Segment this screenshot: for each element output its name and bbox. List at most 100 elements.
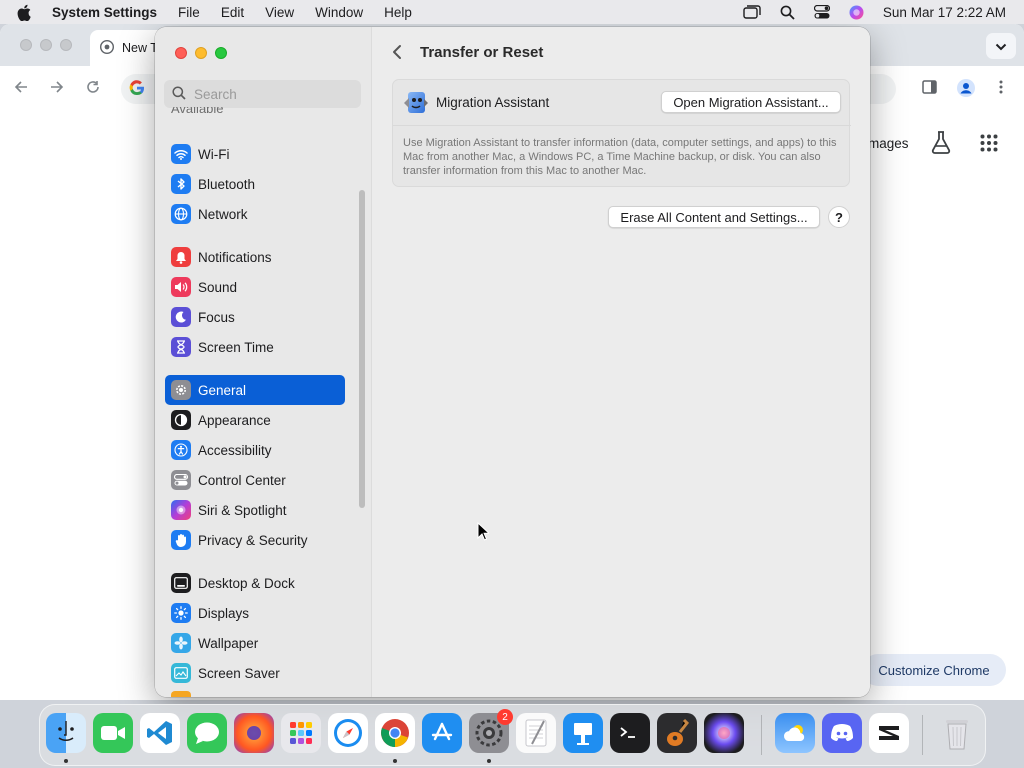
dock-trash-icon[interactable]: [937, 713, 977, 753]
sidebar-item-wifi[interactable]: Wi-Fi: [165, 139, 345, 169]
side-panel-icon[interactable]: [922, 80, 937, 94]
dock-launchpad-icon[interactable]: [281, 713, 321, 753]
stage-manager-icon[interactable]: [743, 5, 761, 19]
dock-facetime-icon[interactable]: [93, 713, 133, 753]
dock-notification-badge: 2: [497, 709, 513, 725]
chrome-tab-search-button[interactable]: [986, 33, 1016, 59]
system-settings-window: Search Available Wi-Fi Bluetooth Network: [155, 27, 870, 697]
profile-avatar-icon[interactable]: [957, 79, 975, 97]
apple-menu-icon[interactable]: [17, 4, 35, 21]
sidebar-item-focus[interactable]: Focus: [165, 302, 345, 332]
dock-capcut-icon[interactable]: [869, 713, 909, 753]
customize-chrome-button[interactable]: Customize Chrome: [862, 654, 1006, 686]
dock-messages-icon[interactable]: [187, 713, 227, 753]
displays-icon: [171, 603, 191, 623]
sidebar-item-label: Sound: [198, 279, 238, 295]
chrome-tab-title: New T: [122, 41, 158, 55]
sidebar-item-screen-saver[interactable]: Screen Saver: [165, 658, 345, 688]
page-title: Transfer or Reset: [420, 44, 544, 61]
menu-help[interactable]: Help: [384, 5, 412, 20]
chrome-close-button[interactable]: [20, 39, 32, 51]
back-button[interactable]: [392, 44, 402, 63]
dock-keynote-icon[interactable]: [563, 713, 603, 753]
sidebar-item-label: Displays: [198, 605, 250, 621]
sidebar-item-label: Bluetooth: [198, 176, 256, 192]
accessibility-icon: [171, 440, 191, 460]
dock-finder-icon[interactable]: [46, 713, 86, 753]
sidebar-item-label: Control Center: [198, 472, 286, 488]
sidebar-item-label: Privacy & Security: [198, 532, 308, 548]
minimize-window-button[interactable]: [195, 47, 207, 59]
forward-arrow-icon[interactable]: [50, 80, 64, 94]
google-images-link[interactable]: mages: [868, 136, 909, 151]
mouse-cursor-icon: [477, 521, 491, 544]
wallpaper-icon: [171, 633, 191, 653]
sidebar-item-general[interactable]: General: [165, 375, 345, 405]
labs-flask-icon[interactable]: [930, 130, 952, 157]
google-apps-grid-icon[interactable]: [980, 134, 998, 155]
menu-view[interactable]: View: [265, 5, 294, 20]
dock-separator: [922, 715, 923, 755]
open-migration-assistant-button[interactable]: Open Migration Assistant...: [661, 91, 841, 113]
bell-icon: [171, 247, 191, 267]
settings-content: Transfer or Reset Migration Assistant Op…: [372, 27, 870, 697]
dock-siri-icon[interactable]: [704, 713, 744, 753]
sidebar-item-label: Appearance: [198, 412, 271, 428]
menu-file[interactable]: File: [178, 5, 200, 20]
dock-garageband-icon[interactable]: [657, 713, 697, 753]
zoom-window-button[interactable]: [215, 47, 227, 59]
dock-safari-icon[interactable]: [328, 713, 368, 753]
sidebar-item-screen-time[interactable]: Screen Time: [165, 332, 345, 362]
sidebar-item-displays[interactable]: Displays: [165, 598, 345, 628]
more-menu-icon[interactable]: [999, 80, 1003, 94]
sidebar-item-label: Wallpaper: [198, 635, 259, 651]
sidebar-item-label: Focus: [198, 309, 235, 325]
dock-running-indicator: [393, 759, 397, 763]
spotlight-search-icon[interactable]: [780, 5, 795, 20]
sidebar-scrollbar[interactable]: [359, 190, 365, 508]
sidebar-item-desktop-dock[interactable]: Desktop & Dock: [165, 568, 345, 598]
sidebar-item-appearance[interactable]: Appearance: [165, 405, 345, 435]
dock-weather-icon[interactable]: [775, 713, 815, 753]
sidebar-item-wallpaper[interactable]: Wallpaper: [165, 628, 345, 658]
sidebar-item-label: Network: [198, 206, 248, 222]
search-field[interactable]: Search: [164, 80, 361, 108]
dock-vscode-icon[interactable]: [140, 713, 180, 753]
sidebar-item-network[interactable]: Network: [165, 199, 345, 229]
card-divider: [393, 125, 851, 126]
sidebar-item-sound[interactable]: Sound: [165, 272, 345, 302]
dock-appstore-icon[interactable]: [422, 713, 462, 753]
dock-terminal-icon[interactable]: [610, 713, 650, 753]
bluetooth-icon: [171, 174, 191, 194]
dock-separator: [761, 715, 762, 755]
control-center-icon[interactable]: [813, 5, 830, 19]
sidebar-item-control-center[interactable]: Control Center: [165, 465, 345, 495]
dock-discord-icon[interactable]: [822, 713, 862, 753]
sidebar-item-accessibility[interactable]: Accessibility: [165, 435, 345, 465]
sidebar-item-notifications[interactable]: Notifications: [165, 242, 345, 272]
control-center-sidebar-icon: [171, 470, 191, 490]
help-button[interactable]: ?: [828, 206, 850, 228]
close-window-button[interactable]: [175, 47, 187, 59]
dock-textedit-icon[interactable]: [516, 713, 556, 753]
sidebar-item-siri-spotlight[interactable]: Siri & Spotlight: [165, 495, 345, 525]
menu-window[interactable]: Window: [315, 5, 363, 20]
erase-all-content-button[interactable]: Erase All Content and Settings...: [608, 206, 820, 228]
menu-edit[interactable]: Edit: [221, 5, 244, 20]
dock-chrome-icon[interactable]: [375, 713, 415, 753]
search-icon: [172, 85, 186, 103]
sidebar-item-bluetooth[interactable]: Bluetooth: [165, 169, 345, 199]
menu-app-name[interactable]: System Settings: [52, 5, 157, 20]
chrome-minimize-button[interactable]: [40, 39, 52, 51]
back-arrow-icon[interactable]: [14, 80, 28, 94]
gear-icon: [171, 380, 191, 400]
reload-icon[interactable]: [86, 80, 100, 94]
menu-clock[interactable]: Sun Mar 17 2:22 AM: [883, 5, 1006, 20]
migration-description: Use Migration Assistant to transfer info…: [403, 137, 837, 177]
dock-system-settings-icon[interactable]: 2: [469, 709, 513, 753]
sidebar-item-privacy-security[interactable]: Privacy & Security: [165, 525, 345, 555]
wifi-icon: [171, 144, 191, 164]
chrome-zoom-button[interactable]: [60, 39, 72, 51]
siri-icon[interactable]: [849, 5, 864, 20]
dock-firefox-icon[interactable]: [234, 713, 274, 753]
